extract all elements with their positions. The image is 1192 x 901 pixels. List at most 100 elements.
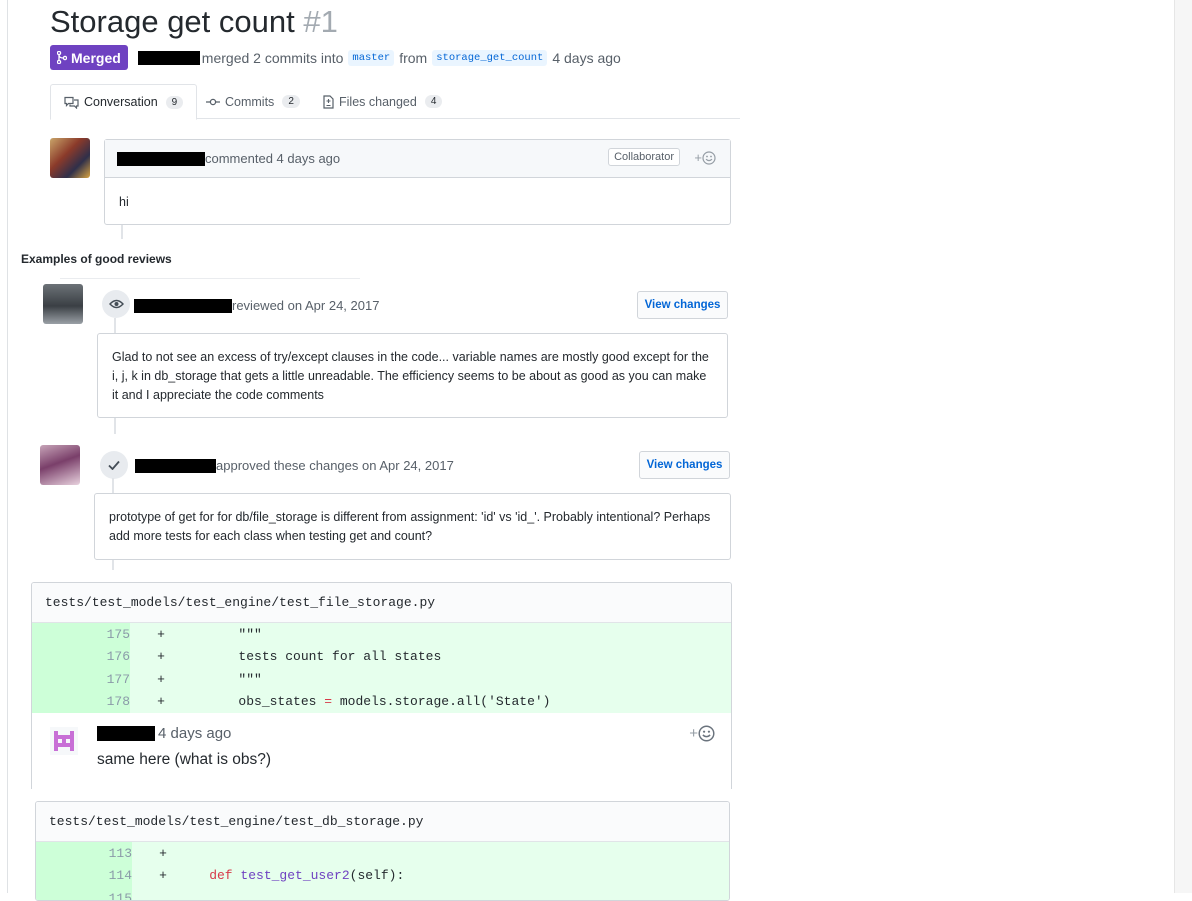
view-changes-button[interactable]: View changes (639, 451, 730, 479)
first-comment: commented 4 days ago Collaborator + hi (104, 139, 731, 225)
code-line: obs_states = models.storage.all('State') (172, 694, 550, 709)
add-reaction-button[interactable]: + (694, 150, 716, 165)
tab-conversation-label: Conversation (84, 95, 158, 109)
tab-files-changed[interactable]: Files changed 4 (323, 84, 443, 119)
view-changes-button[interactable]: View changes (637, 291, 728, 319)
diff-sign: + (157, 671, 165, 687)
smiley-icon (702, 151, 716, 165)
pr-title: Storage get count (50, 4, 295, 39)
code-token: (self): (349, 868, 405, 884)
pr-tabs: Conversation 9 Commits 2 Files changed 4 (50, 84, 740, 120)
tab-commits-count: 2 (282, 95, 300, 108)
diff-sign: + (159, 845, 167, 861)
redacted-username (137, 50, 200, 65)
diff-sign: + (159, 868, 167, 884)
diff-line: 115 (36, 887, 729, 900)
code-line: """ (176, 671, 262, 687)
review-comment: Glad to not see an excess of try/except … (97, 333, 728, 418)
diff-line: 114 + def test_get_user2(self): (36, 864, 729, 887)
base-branch[interactable]: master (348, 49, 395, 66)
git-merge-icon (57, 51, 67, 64)
pr-meta: Merged merged 2 commits into master from… (50, 45, 621, 70)
line-number[interactable]: 113 (36, 842, 132, 865)
inline-comment-header: 4 days ago (97, 725, 231, 742)
redacted-username (134, 298, 232, 313)
code-token: = (324, 694, 333, 710)
review-line: reviewed on Apr 24, 2017 (134, 297, 379, 314)
code-token: models.storage.all('State') (332, 694, 551, 710)
redacted-username (135, 458, 216, 473)
redacted-username (97, 726, 155, 741)
review-body: prototype of get for for db/file_storage… (109, 510, 711, 543)
review-action: reviewed on Apr 24, 2017 (232, 298, 380, 313)
divider (60, 278, 360, 279)
diff-file: tests/test_models/test_engine/test_file_… (31, 582, 732, 714)
timeline-line (112, 478, 114, 493)
code-token: test_get_user2 (240, 868, 350, 884)
avatar[interactable] (50, 727, 78, 755)
inline-comment-body: same here (what is obs?) (97, 751, 272, 768)
tab-commits[interactable]: Commits 2 (206, 84, 300, 119)
eye-icon (108, 299, 124, 309)
status-badge: Merged (50, 45, 128, 70)
section-label: Examples of good reviews (21, 252, 172, 266)
status-badge-label: Merged (71, 49, 121, 66)
from-text: from (399, 49, 428, 66)
code-token: obs_states (176, 694, 325, 710)
diff-line: 176 + tests count for all states (32, 645, 731, 668)
line-number[interactable]: 114 (36, 864, 132, 887)
line-number[interactable]: 178 (32, 690, 130, 713)
review-comment: prototype of get for for db/file_storage… (94, 493, 731, 560)
tab-conversation[interactable]: Conversation 9 (50, 84, 198, 120)
timeline-line (121, 225, 123, 239)
diff-line: 178 + obs_states = models.storage.all('S… (32, 690, 731, 713)
tab-files-changed-count: 4 (424, 95, 443, 108)
diff-file-path[interactable]: tests/test_models/test_engine/test_db_st… (36, 802, 729, 842)
inline-comment-time: 4 days ago (158, 725, 232, 742)
pr-time: 4 days ago (552, 49, 621, 66)
diff-line: 113 + (36, 842, 729, 865)
review-event-icon (100, 451, 128, 479)
tab-files-changed-label: Files changed (339, 94, 417, 109)
avatar[interactable] (43, 284, 83, 324)
avatar[interactable] (40, 445, 80, 485)
collaborator-badge: Collaborator (608, 148, 680, 166)
timeline-line (114, 318, 116, 333)
smiley-icon (698, 725, 715, 742)
code-token: def (178, 868, 241, 884)
code-line: """ (176, 626, 262, 642)
comment-body: hi (119, 195, 129, 209)
line-number[interactable]: 177 (32, 668, 130, 691)
code-line: def test_get_user2(self): (174, 868, 404, 883)
pr-number: #1 (303, 4, 338, 39)
page-right-gutter (1174, 0, 1192, 893)
line-number[interactable]: 175 (32, 623, 130, 646)
line-number[interactable]: 176 (32, 645, 130, 668)
tab-commits-label: Commits (225, 94, 275, 109)
avatar[interactable] (50, 138, 90, 178)
timeline-line (112, 560, 114, 570)
code-line: tests count for all states (176, 649, 442, 665)
redacted-username (117, 151, 205, 166)
add-reaction-button[interactable]: + (689, 725, 715, 742)
page-left-border (7, 0, 8, 893)
review-line: approved these changes on Apr 24, 2017 (135, 457, 454, 474)
review-event-icon (102, 290, 130, 318)
diff-sign: + (157, 694, 165, 710)
inline-comment: 4 days ago + same here (what is obs?) (31, 713, 732, 789)
page-title: Storage get count #1 (50, 4, 338, 40)
tab-conversation-count: 9 (165, 95, 184, 109)
diff-line: 177 + """ (32, 668, 731, 691)
timeline-line (114, 418, 116, 434)
review-body: Glad to not see an excess of try/except … (112, 350, 709, 402)
diff-file-path[interactable]: tests/test_models/test_engine/test_file_… (32, 583, 731, 623)
file-diff-icon (323, 94, 334, 109)
diff-file: tests/test_models/test_engine/test_db_st… (35, 801, 730, 901)
comment-header-text: commented 4 days ago (205, 151, 341, 166)
line-number[interactable]: 115 (36, 887, 132, 900)
head-branch[interactable]: storage_get_count (432, 49, 548, 66)
merged-text: merged 2 commits into (201, 49, 344, 66)
diff-sign: + (157, 626, 165, 642)
comment-discussion-icon (64, 96, 79, 109)
check-icon (108, 460, 120, 470)
